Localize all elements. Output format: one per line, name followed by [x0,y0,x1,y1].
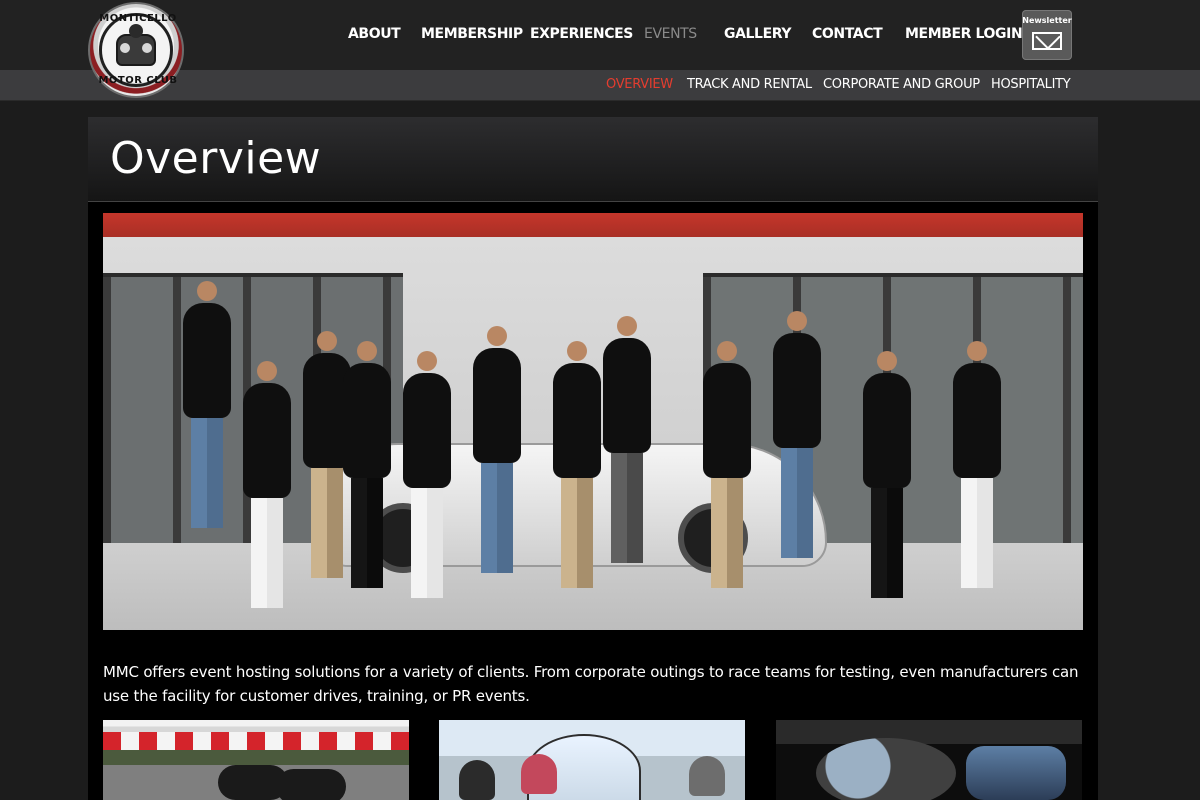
nav-membership[interactable]: MEMBERSHIP [421,26,523,42]
subnav-hospitality[interactable]: HOSPITALITY [991,77,1071,92]
logo-text-top: MONTICELLO [99,13,177,24]
hero-roof [103,213,1083,237]
hero-person [773,311,821,558]
hero-person [953,341,1001,588]
subnav-track-and-rental[interactable]: TRACK AND RENTAL [687,77,812,92]
subnav-corporate-and-group[interactable]: CORPORATE AND GROUP [823,77,980,92]
hero-person [183,281,231,528]
newsletter-button[interactable]: Newsletter [1022,10,1072,60]
hero-person [553,341,601,588]
hero-person [703,341,751,588]
hero-person [603,316,651,563]
thumbnail-car[interactable] [776,720,1082,800]
hero-photo [103,213,1083,630]
hero-person [403,351,451,598]
title-box: Overview [88,117,1098,202]
nav-about[interactable]: ABOUT [348,26,401,42]
nav-contact[interactable]: CONTACT [812,26,883,42]
envelope-icon [1032,32,1062,50]
hero-person [863,351,911,598]
overview-description: MMC offers event hosting solutions for a… [103,663,1079,705]
thumbnail-group[interactable] [439,720,745,800]
hero-person [243,361,291,608]
nav-member-login[interactable]: MEMBER LOGIN [905,26,1023,42]
nav-experiences[interactable]: EXPERIENCES [530,26,633,42]
logo-text-bottom: MOTOR CLUB [98,75,178,86]
nav-gallery[interactable]: GALLERY [724,26,791,42]
site-logo[interactable]: MONTICELLO MOTOR CLUB [88,2,184,98]
thumbnail-track[interactable] [103,720,409,800]
logo-emblem [116,24,156,66]
hero-person [473,326,521,573]
nav-events[interactable]: EVENTS [644,26,697,42]
page-title: Overview [110,133,322,184]
subnav-overview[interactable]: OVERVIEW [606,77,673,92]
hero-person [343,341,391,588]
